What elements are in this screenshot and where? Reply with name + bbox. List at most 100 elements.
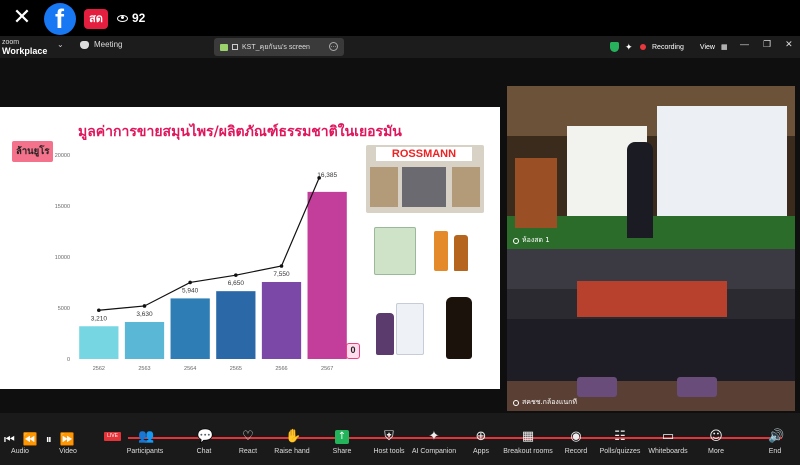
speaker-icon xyxy=(232,44,238,50)
end-button[interactable]: 🔊 End xyxy=(745,429,800,456)
herbal-tonic-bottle-photo xyxy=(376,313,394,355)
trend-point xyxy=(97,308,101,313)
video-button[interactable]: ■Video xyxy=(38,430,98,455)
ai-companion-icon[interactable]: ✦ xyxy=(625,42,634,52)
facebook-logo[interactable]: f xyxy=(44,3,76,35)
x-tick-label: 2566 xyxy=(275,366,287,372)
maximize-icon[interactable]: ❐ xyxy=(763,39,771,50)
apps-icon: ⊕ xyxy=(475,429,487,444)
x-tick-label: 2563 xyxy=(138,366,150,372)
window-controls: — ❐ ✕ xyxy=(740,39,793,50)
raise-hand-label: Raise hand xyxy=(274,448,310,455)
screen-share-icon xyxy=(220,43,228,51)
recording-label: Recording xyxy=(652,43,684,51)
facebook-live-header: ✕ f สด 92 xyxy=(0,0,800,36)
zoom-status-area: ✦ Recording View ▦ xyxy=(610,40,728,54)
bar xyxy=(170,298,210,359)
bar xyxy=(124,321,165,359)
data-label: 5,940 xyxy=(182,287,199,294)
close-window-icon[interactable]: ✕ xyxy=(785,39,793,50)
bar xyxy=(261,281,302,359)
participant-video-bottom[interactable]: สคชช.กล้องแนกที xyxy=(507,249,795,411)
sofa-right xyxy=(677,377,717,397)
y-tick-label: 20000 xyxy=(55,153,70,159)
meeting-tab-label: Meeting xyxy=(94,40,123,49)
more-icon: ☺ xyxy=(709,429,723,444)
viewer-count: 92 xyxy=(117,11,145,25)
share-arrow-icon: ↑ xyxy=(335,430,349,444)
speaker-person xyxy=(627,142,653,238)
eye-icon xyxy=(117,14,128,22)
data-label: 6,650 xyxy=(228,280,245,287)
participants-icon: 👥 xyxy=(138,429,155,444)
video-label-top-text: ห้องสด 1 xyxy=(522,236,550,244)
shield-tools-icon: ⛨ xyxy=(384,429,394,444)
screen: ✕ f สด 92 zoom Workplace ⌄ Meeting KST_ค… xyxy=(0,0,800,465)
view-button[interactable]: View xyxy=(700,44,715,51)
trend-point xyxy=(188,280,192,285)
main-stage: มูลค่าการขายสมุนไพร/ผลิตภัณฑ์ธรรมชาติในเ… xyxy=(0,58,800,413)
shield-icon[interactable] xyxy=(610,42,619,52)
apps-label: Apps xyxy=(473,448,489,455)
more-button[interactable]: ☺ More xyxy=(686,429,746,456)
data-label: 3,630 xyxy=(136,311,153,318)
x-tick-label: 2567 xyxy=(321,366,333,372)
chat-icon: 💬 xyxy=(197,429,214,444)
heart-icon: ♡ xyxy=(242,429,254,444)
react-label: React xyxy=(238,448,258,455)
audio-label: Audio xyxy=(11,448,29,455)
host-tools-label: Host tools xyxy=(373,448,405,455)
sofa-left xyxy=(577,377,617,397)
zoom-logo[interactable]: zoom Workplace xyxy=(2,38,47,56)
more-options-icon[interactable]: … xyxy=(329,42,338,51)
participant-video-top[interactable]: ห้องสด 1 xyxy=(507,86,795,249)
recording-icon xyxy=(640,44,646,50)
pin-icon xyxy=(513,399,519,406)
y-tick-label: 5000 xyxy=(58,306,70,312)
more-label: More xyxy=(708,448,724,455)
video-label-bottom-text: สคชช.กล้องแนกที xyxy=(522,398,577,406)
sparkle-icon: ✦ xyxy=(428,429,440,444)
trend-point xyxy=(142,304,147,308)
x-tick-label: 2562 xyxy=(93,366,105,372)
live-badge: สด xyxy=(84,9,108,29)
chevron-down-icon[interactable]: ⌄ xyxy=(57,40,64,49)
store-sign: ROSSMANN xyxy=(376,147,472,161)
view-grid-icon[interactable]: ▦ xyxy=(721,43,728,51)
data-label: 3,210 xyxy=(91,315,108,322)
polls-label: Polls/quizzes xyxy=(599,448,641,455)
end-icon: 🔊 xyxy=(768,429,785,444)
zoom-title-bar: zoom Workplace ⌄ Meeting KST_คุยกันน's s… xyxy=(0,36,800,58)
whiteboards-label: Whiteboards xyxy=(648,448,688,455)
close-icon[interactable]: ✕ xyxy=(10,6,34,30)
bar xyxy=(216,291,256,359)
pin-icon xyxy=(513,237,519,244)
zoom-toolbar: ⏮ ⏪ ⏸ ⏩ LIVE 🎤Audio ■Video 👥Participants… xyxy=(0,413,800,465)
data-label: 7,550 xyxy=(273,271,290,278)
share-label: Share xyxy=(332,448,352,455)
herbal-tonic-box-photo xyxy=(396,303,424,355)
tab-meeting[interactable]: Meeting xyxy=(80,40,122,49)
trend-point xyxy=(234,273,238,277)
participants-button[interactable]: 👥 Participants xyxy=(115,429,175,456)
dark-herbal-bottle-photo xyxy=(446,297,472,359)
x-tick-label: 2565 xyxy=(230,366,242,372)
screen-tab-label: KST_คุยกันน's screen xyxy=(242,43,310,51)
herbal-tea-box-photo xyxy=(374,227,416,275)
rossmann-store-photo: ROSSMANN xyxy=(366,145,484,213)
poll-icon: ☷ xyxy=(614,429,626,444)
end-label: End xyxy=(768,448,782,455)
store-shelf-left xyxy=(370,167,398,207)
presentation-slide: มูลค่าการขายสมุนไพร/ผลิตภัณฑ์ธรรมชาติในเ… xyxy=(0,107,500,389)
minimize-icon[interactable]: — xyxy=(740,39,749,50)
bar xyxy=(79,326,119,359)
facebook-logo-letter: f xyxy=(55,4,64,34)
seated-audience xyxy=(507,319,795,381)
video-label: Video xyxy=(59,448,77,455)
stage-screen xyxy=(577,281,727,317)
tab-shared-screen[interactable]: KST_คุยกันน's screen … xyxy=(214,38,344,56)
y-tick-label: 0 xyxy=(67,357,70,363)
trend-point xyxy=(317,176,321,180)
video-label-bottom: สคชช.กล้องแนกที xyxy=(513,397,577,408)
herbal-syrup-bottle-photo xyxy=(454,235,468,271)
